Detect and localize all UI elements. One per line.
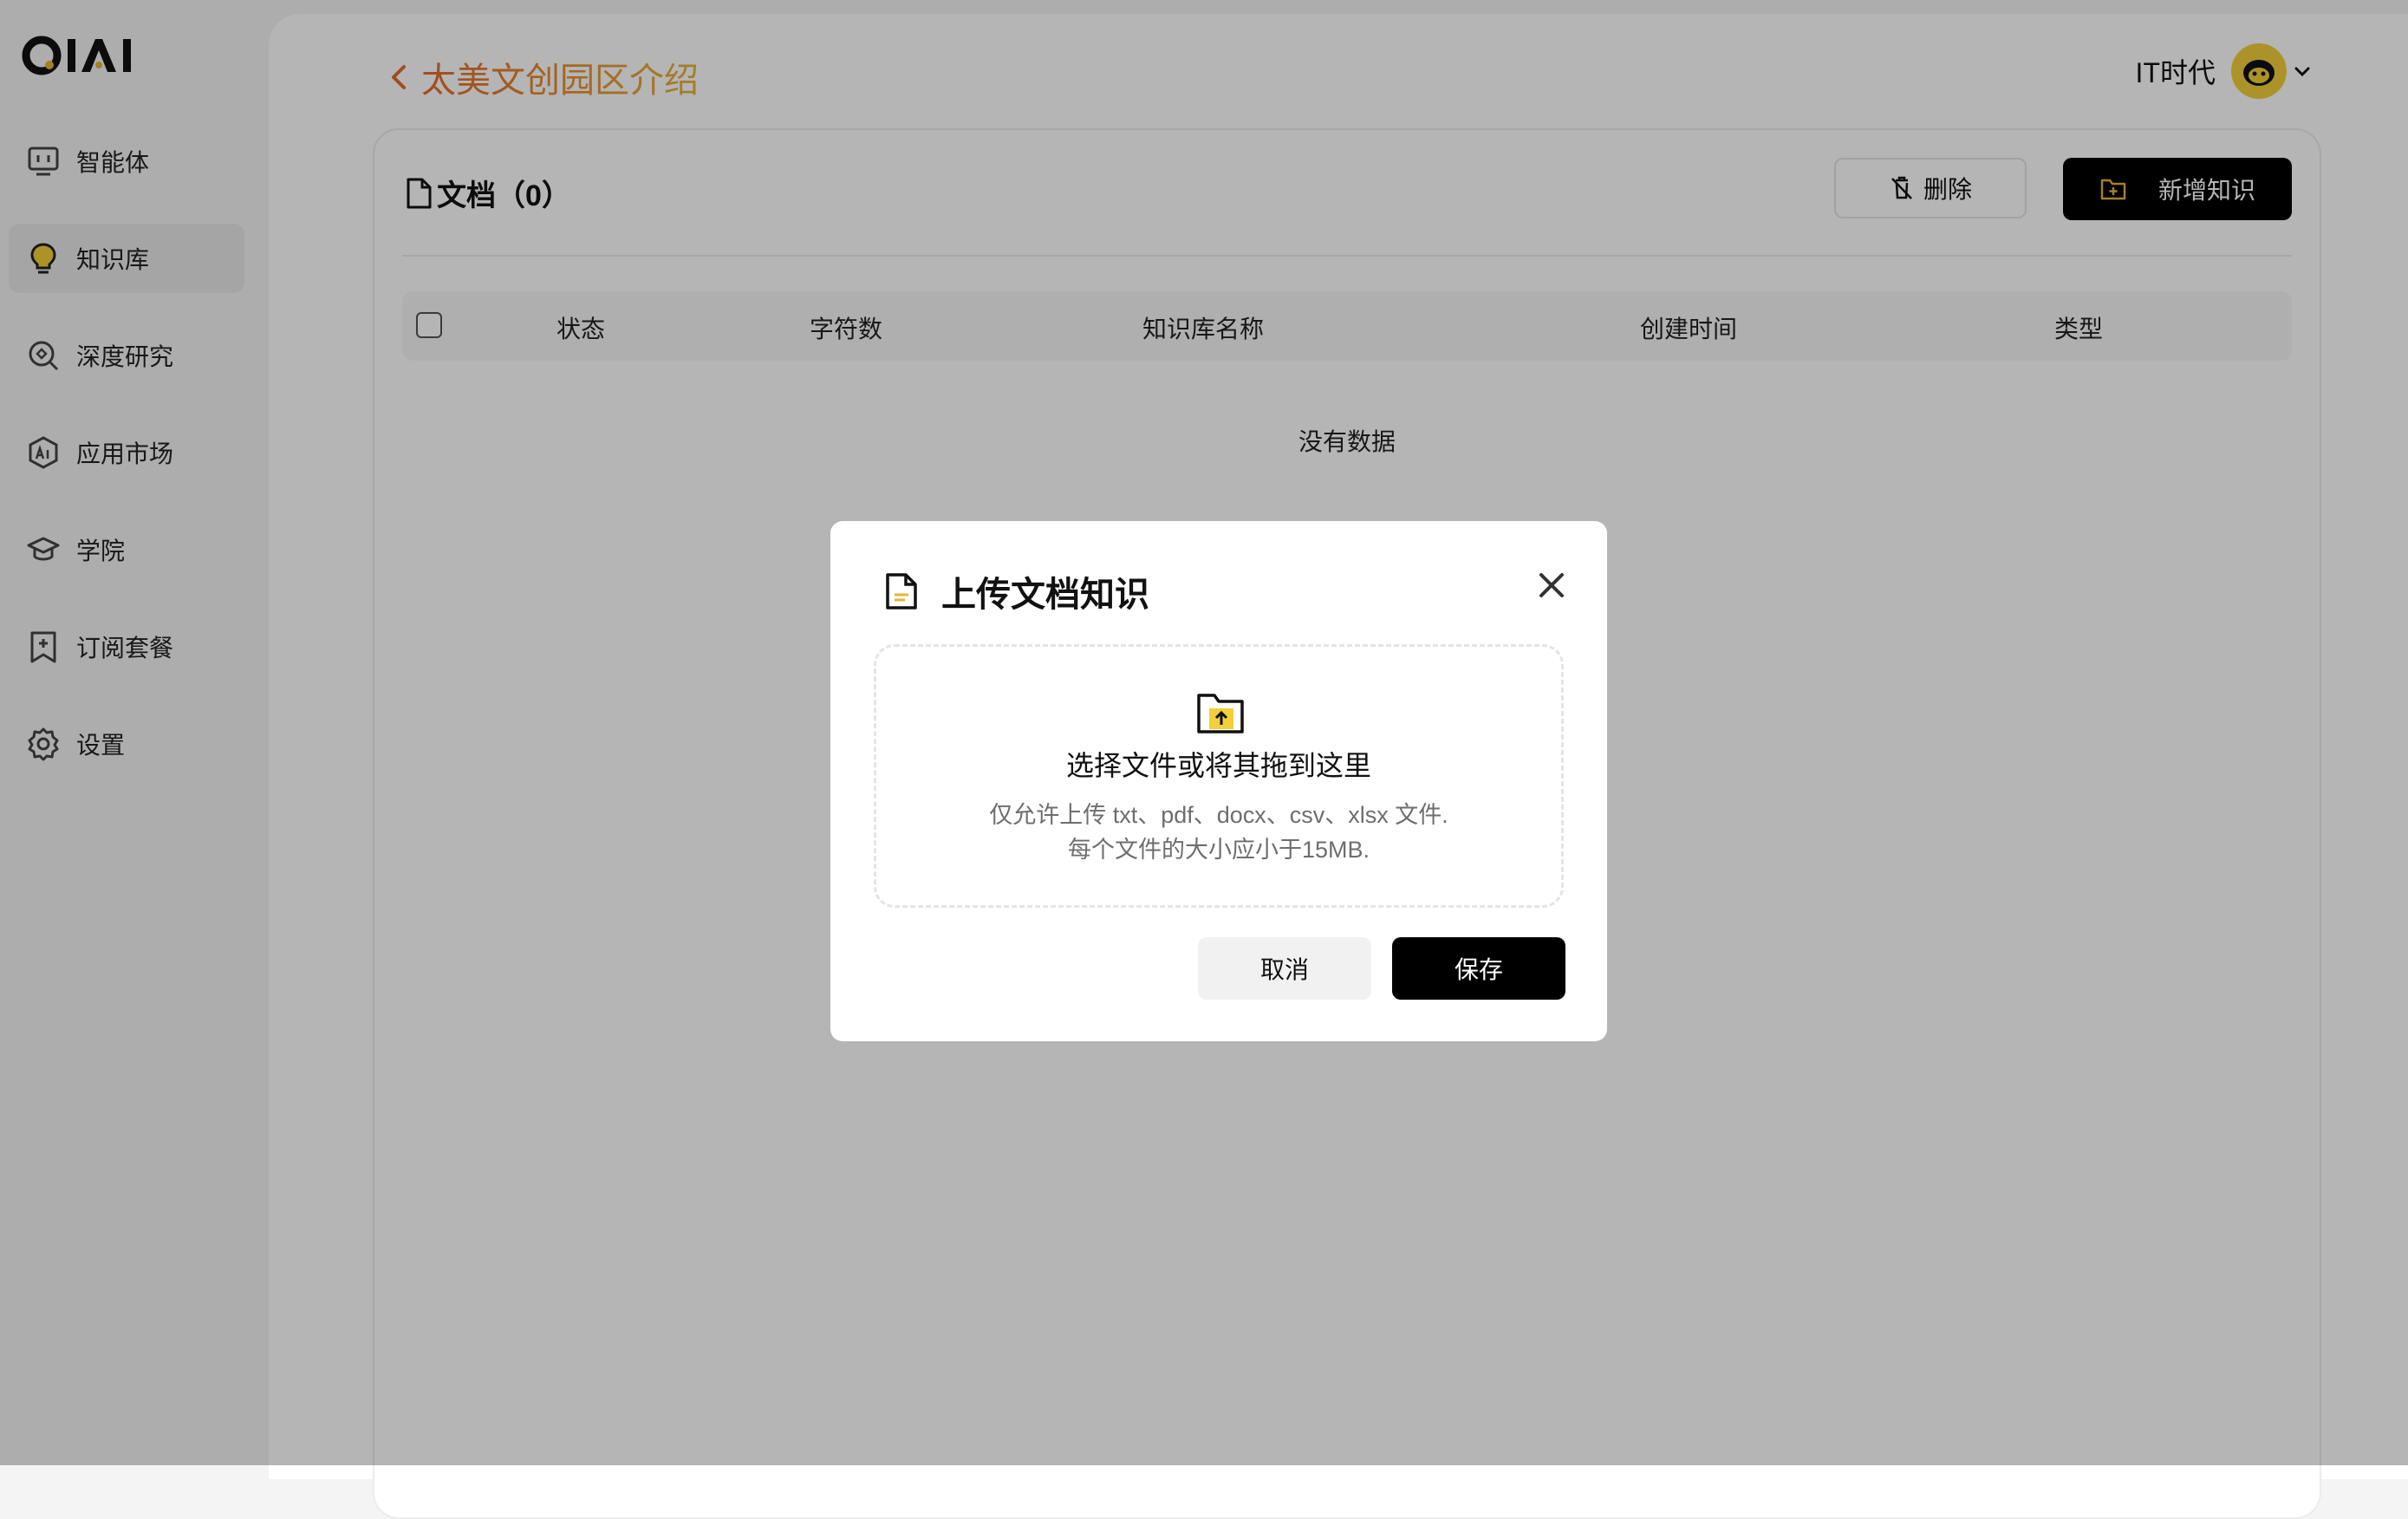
dropzone-hint-size: 每个文件的大小应小于15MB.: [1067, 837, 1370, 863]
modal-title-text: 上传文档知识: [941, 576, 1149, 614]
close-button[interactable]: [1531, 564, 1572, 606]
document-icon: [886, 573, 917, 610]
dropzone-hint-types: 仅允许上传 txt、pdf、docx、csv、xlsx 文件.: [989, 802, 1448, 828]
save-button[interactable]: 保存: [1392, 937, 1565, 1000]
modal-title: 上传文档知识: [882, 566, 1149, 616]
close-icon: [1539, 573, 1564, 597]
folder-upload-icon: [1197, 694, 1244, 733]
upload-modal: 上传文档知识 选择文件或将其拖到这里 仅允许上传 txt、pdf、docx、cs…: [830, 521, 1607, 1041]
cancel-button[interactable]: 取消: [1198, 937, 1371, 1000]
dropzone-title: 选择文件或将其拖到这里: [1065, 750, 1371, 781]
file-dropzone[interactable]: 选择文件或将其拖到这里 仅允许上传 txt、pdf、docx、csv、xlsx …: [874, 644, 1564, 908]
